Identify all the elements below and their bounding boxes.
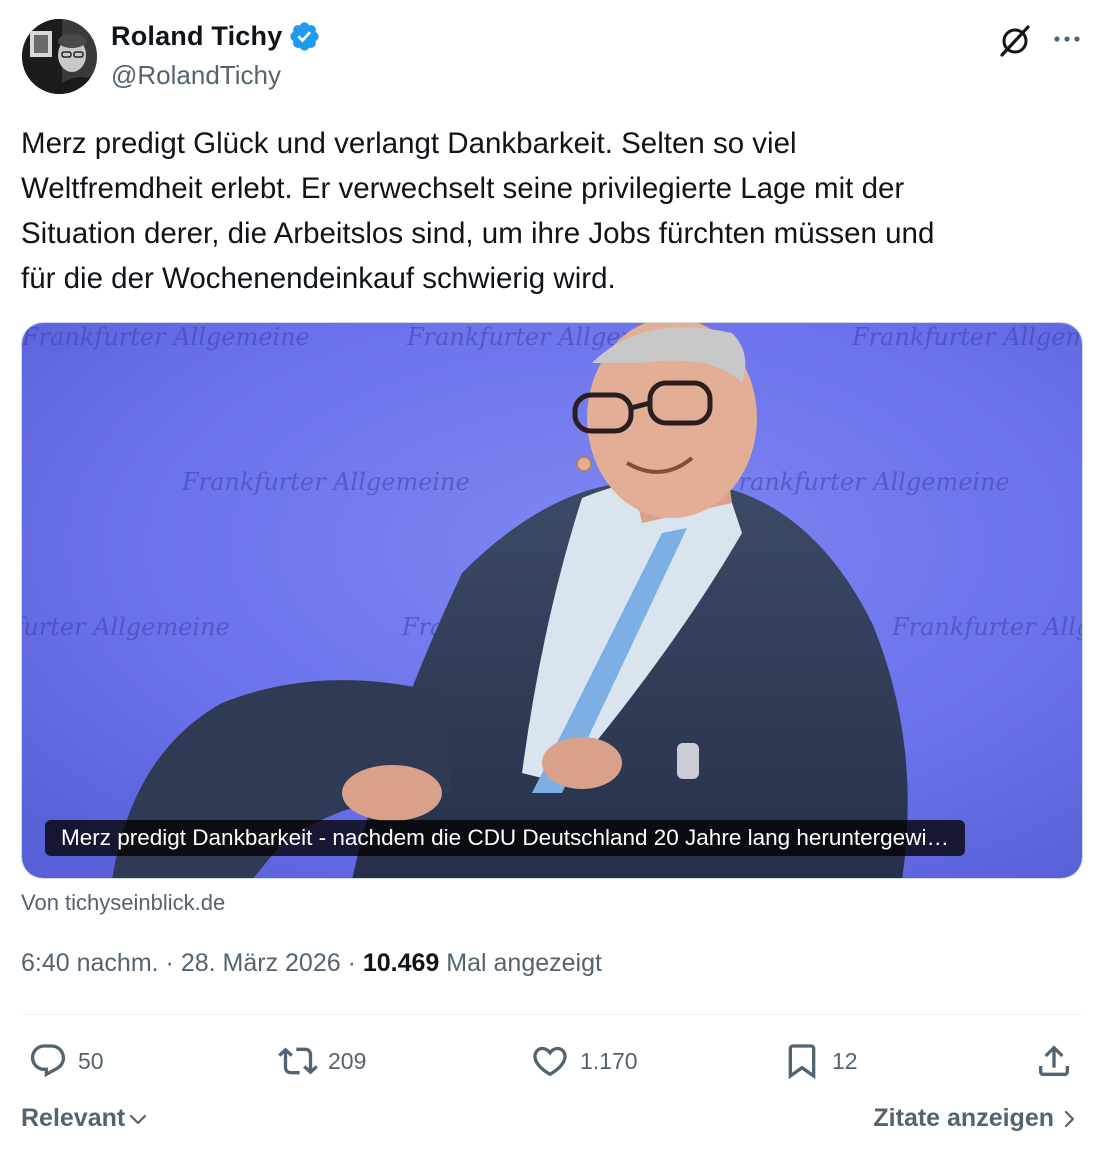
meta-separator: · — [340, 949, 363, 977]
bookmark-count: 12 — [832, 1047, 858, 1074]
backdrop-logo: Frankfurter Allgemeine — [851, 323, 1083, 351]
grok-icon[interactable] — [996, 22, 1034, 60]
bookmark-icon — [788, 1044, 816, 1080]
repost-count: 209 — [328, 1047, 367, 1074]
avatar[interactable] — [22, 19, 97, 94]
backdrop-logo: Frankfurter Allgemeine — [22, 613, 230, 641]
sort-label: Relevant — [21, 1104, 126, 1132]
sort-dropdown[interactable]: Relevant — [21, 1104, 149, 1133]
backdrop-logo: Frankfurter Allgemeine — [891, 613, 1083, 641]
view-quotes-link[interactable]: Zitate anzeigen — [873, 1104, 1080, 1133]
backdrop-logo: Frankfurter Allgemeine — [721, 468, 1010, 496]
reply-count: 50 — [78, 1047, 104, 1074]
link-card[interactable]: Frankfurter Allgemeine Frankfurter Allge… — [21, 322, 1083, 879]
repost-icon — [278, 1047, 318, 1075]
handle[interactable]: @RolandTichy — [111, 60, 281, 91]
card-source-link[interactable]: Von tichyseinblick.de — [21, 890, 225, 916]
reply-button[interactable]: 50 — [28, 1040, 104, 1082]
tweet-text: Merz predigt Glück und verlangt Dankbark… — [21, 127, 935, 295]
repost-button[interactable]: 209 — [278, 1040, 366, 1082]
share-button[interactable] — [1034, 1040, 1074, 1082]
display-name[interactable]: Roland Tichy — [111, 21, 282, 52]
verified-badge-icon — [290, 22, 320, 51]
more-icon[interactable] — [1048, 22, 1086, 60]
divider — [21, 1014, 1083, 1015]
share-icon — [1039, 1045, 1069, 1076]
like-count: 1.170 — [580, 1047, 638, 1074]
tweet-meta: 6:40 nachm. · 28. März 2026 · 10.469 Mal… — [21, 949, 602, 978]
backdrop-logo: Frankfurter Allgemeine — [22, 323, 310, 351]
chevron-down-icon — [130, 1114, 147, 1124]
like-button[interactable]: 1.170 — [530, 1040, 638, 1082]
tweet-date[interactable]: 28. März 2026 — [181, 949, 341, 977]
reply-icon — [30, 1044, 66, 1078]
chevron-right-icon — [1064, 1110, 1075, 1127]
meta-separator: · — [158, 949, 181, 977]
views-count: 10.469 — [362, 949, 440, 977]
card-image: Frankfurter Allgemeine Frankfurter Allge… — [22, 323, 1083, 878]
author-name-row[interactable]: Roland Tichy — [111, 20, 321, 53]
views-label: Mal angezeigt — [446, 949, 602, 977]
tweet: Roland Tichy @RolandTichy Merz predigt G… — [0, 0, 1102, 1151]
bookmark-button[interactable]: 12 — [782, 1040, 858, 1082]
quotes-label: Zitate anzeigen — [873, 1104, 1054, 1132]
like-icon — [533, 1046, 567, 1077]
backdrop-logo: Frankfurter Allgemeine — [181, 468, 470, 496]
tweet-time[interactable]: 6:40 nachm. — [21, 949, 159, 977]
card-title: Merz predigt Dankbarkeit - nachdem die C… — [45, 820, 965, 856]
